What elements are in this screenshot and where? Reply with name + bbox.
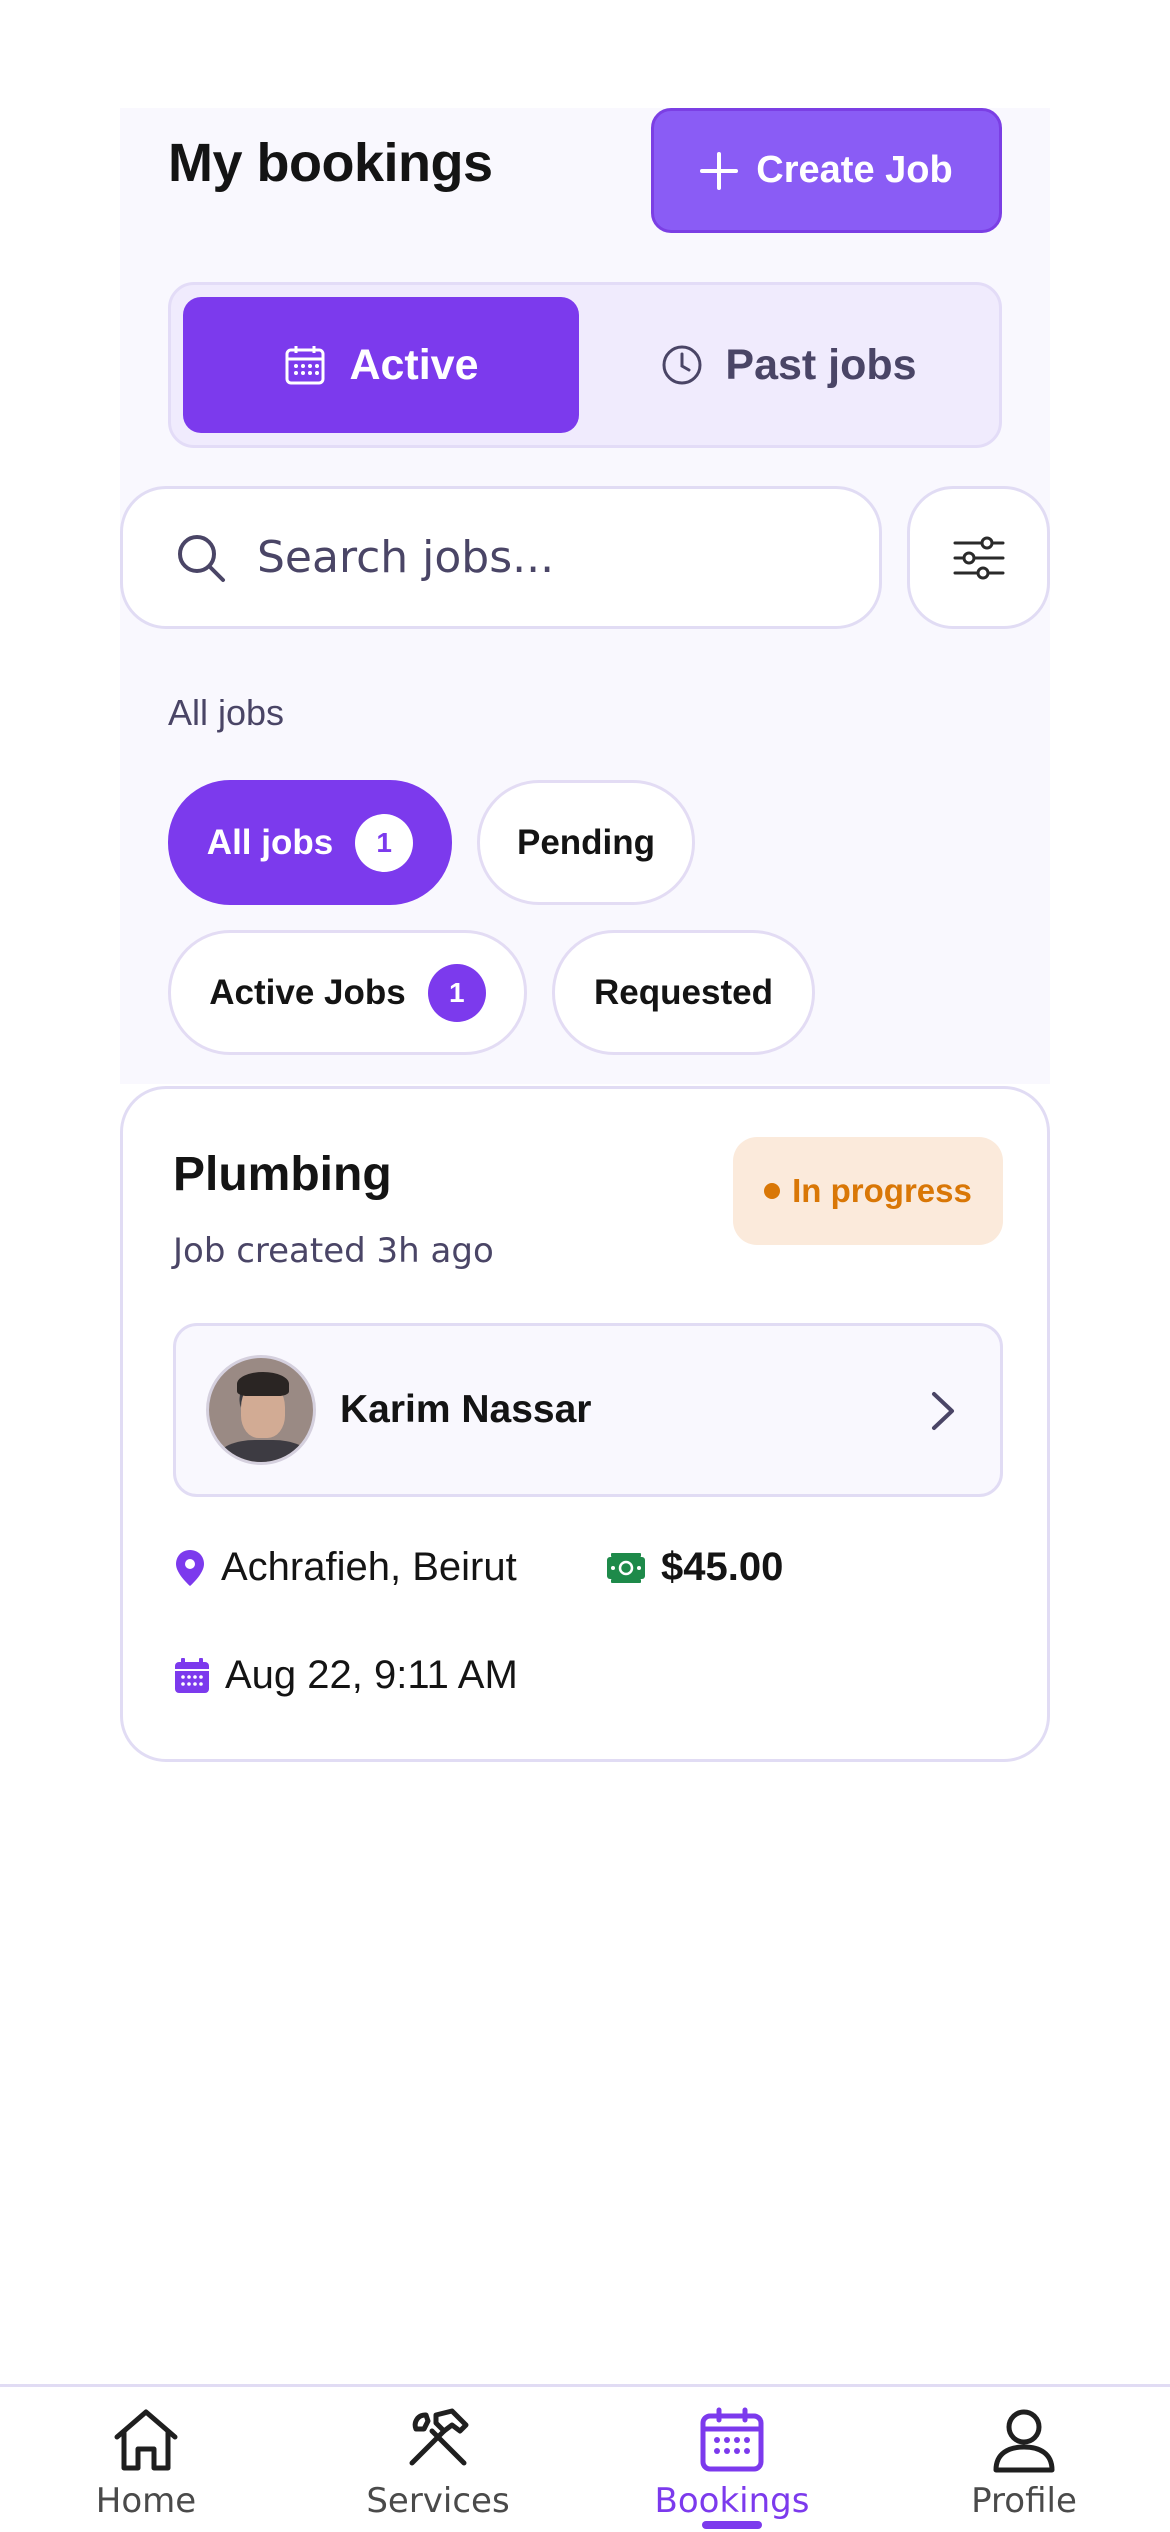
worker-name: Karim Nassar [340, 1388, 592, 1431]
tab-label: Services [366, 2481, 510, 2521]
chip-label: All jobs [206, 822, 334, 862]
active-tab-indicator [702, 2521, 762, 2529]
tools-icon [409, 2408, 469, 2466]
job-title: Plumbing [173, 1148, 392, 1201]
create-job-label: Create Job [756, 149, 953, 191]
calendar-icon [175, 1657, 209, 1693]
money-icon [607, 1552, 645, 1583]
segment-past-label: Past jobs [725, 340, 917, 389]
filter-section-label: All jobs [168, 692, 285, 733]
avatar [206, 1355, 316, 1465]
bookings-segment-control: Active Past jobs [168, 282, 1002, 448]
tab-bookings[interactable]: Bookings [622, 2407, 842, 2521]
user-icon [993, 2409, 1055, 2473]
date-text: Aug 22, 9:11 AM [225, 1653, 518, 1697]
status-badge: In progress [733, 1137, 1003, 1245]
chip-all-jobs[interactable]: All jobs 1 [168, 780, 452, 905]
page-title: My bookings [168, 133, 493, 193]
chip-requested[interactable]: Requested [552, 930, 815, 1055]
chip-active-jobs[interactable]: Active Jobs 1 [168, 930, 527, 1055]
worker-row[interactable]: Karim Nassar [173, 1323, 1003, 1497]
plus-icon [700, 151, 739, 190]
tab-label: Home [95, 2481, 197, 2521]
tab-services[interactable]: Services [328, 2407, 548, 2521]
create-job-button[interactable]: Create Job [651, 108, 1002, 233]
price-text: $45.00 [661, 1545, 784, 1589]
job-location: Achrafieh, Beirut [173, 1545, 517, 1590]
tab-home[interactable]: Home [36, 2407, 256, 2521]
status-label: In progress [792, 1172, 972, 1209]
status-dot-icon [764, 1183, 781, 1199]
tab-profile[interactable]: Profile [914, 2407, 1134, 2521]
job-date: Aug 22, 9:11 AM [173, 1653, 518, 1698]
search-field [120, 486, 882, 629]
calendar-icon [285, 346, 325, 385]
location-text: Achrafieh, Beirut [221, 1545, 517, 1589]
job-card[interactable]: Plumbing Job created 3h ago In progress … [120, 1086, 1050, 1762]
home-icon [114, 2409, 178, 2471]
calendar-icon [700, 2407, 764, 2472]
tab-label: Bookings [654, 2481, 810, 2521]
chip-label: Requested [594, 972, 773, 1012]
sliders-icon [953, 536, 1004, 579]
job-created-time: Job created 3h ago [173, 1231, 494, 1271]
segment-past-jobs[interactable]: Past jobs [591, 297, 987, 433]
tab-label: Profile [971, 2481, 1077, 2521]
search-input[interactable] [257, 532, 817, 583]
chip-pending[interactable]: Pending [477, 780, 695, 905]
chip-label: Pending [516, 822, 656, 862]
bottom-tab-bar: Home Services Bookings Profile [0, 2384, 1170, 2532]
filter-button[interactable] [907, 486, 1050, 629]
search-icon [178, 534, 225, 582]
chevron-right-icon [932, 1392, 954, 1430]
job-price: $45.00 [605, 1545, 783, 1590]
chip-count-badge: 1 [355, 813, 414, 872]
clock-icon [662, 345, 702, 385]
segment-active-label: Active [349, 340, 479, 389]
segment-active[interactable]: Active [183, 297, 579, 433]
chip-count-badge: 1 [427, 963, 486, 1022]
chip-label: Active Jobs [209, 972, 406, 1012]
location-pin-icon [176, 1549, 204, 1586]
